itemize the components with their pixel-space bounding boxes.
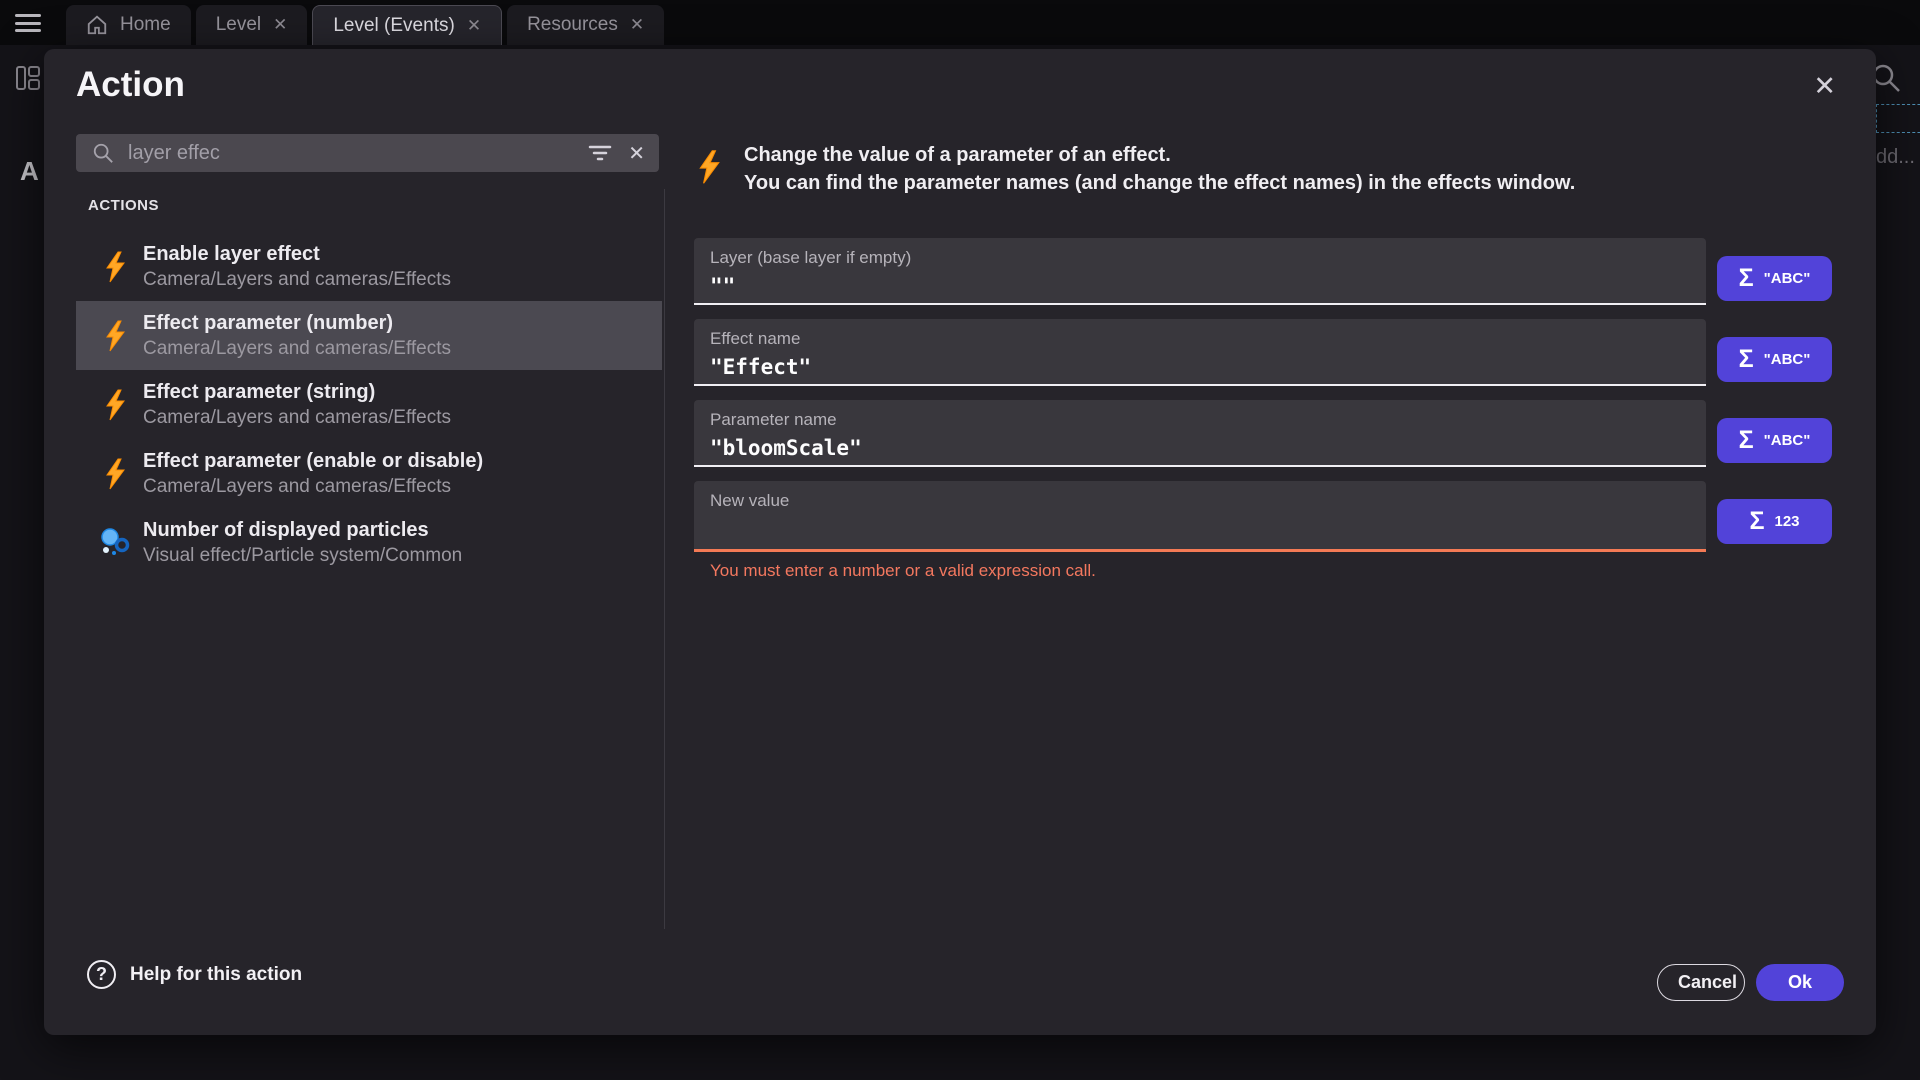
action-list-item[interactable]: Effect parameter (string) Camera/Layers … — [76, 370, 662, 439]
help-icon: ? — [87, 960, 116, 989]
panel-divider — [664, 189, 665, 929]
tab-close-icon[interactable]: ✕ — [467, 16, 481, 36]
particles-icon — [100, 528, 130, 558]
close-icon[interactable]: ✕ — [1813, 73, 1836, 100]
validation-error: You must enter a number or a valid expre… — [710, 561, 1096, 581]
action-title: Effect parameter (number) — [143, 310, 451, 336]
tab-close-icon[interactable]: ✕ — [273, 15, 287, 35]
tabs: Home Level ✕ Level (Events) ✕ Resources … — [66, 5, 664, 45]
action-description: Change the value of a parameter of an ef… — [696, 141, 1575, 197]
field-new-value[interactable]: New value — [694, 481, 1706, 552]
lightning-icon — [100, 389, 130, 421]
action-path: Camera/Layers and cameras/Effects — [143, 474, 483, 499]
field-label: Effect name — [710, 329, 1690, 349]
expression-editor-button[interactable]: Σ "ABC" — [1717, 418, 1832, 463]
project-manager-icon — [16, 66, 40, 90]
action-path: Camera/Layers and cameras/Effects — [143, 336, 451, 361]
expression-type-label: "ABC" — [1764, 432, 1811, 449]
tab-level-events[interactable]: Level (Events) ✕ — [312, 5, 502, 45]
selection-dashed-box — [1876, 104, 1920, 133]
action-list-item[interactable]: Number of displayed particles Visual eff… — [76, 508, 662, 577]
sigma-icon: Σ — [1739, 347, 1754, 372]
field-value: "" — [710, 274, 1690, 298]
help-label: Help for this action — [130, 964, 302, 986]
action-title: Effect parameter (enable or disable) — [143, 448, 483, 474]
tab-level[interactable]: Level ✕ — [196, 5, 308, 45]
background-partial-text: A — [20, 156, 39, 187]
expression-editor-button[interactable]: Σ "ABC" — [1717, 337, 1832, 382]
action-title: Effect parameter (string) — [143, 379, 451, 405]
filter-icon[interactable] — [588, 143, 612, 163]
field-label: Layer (base layer if empty) — [710, 248, 1690, 268]
description-line-1: Change the value of a parameter of an ef… — [744, 141, 1575, 169]
field-value: "bloomScale" — [710, 436, 1690, 460]
clear-search-icon[interactable]: ✕ — [628, 141, 645, 166]
cancel-button[interactable]: Cancel — [1657, 964, 1745, 1001]
home-icon — [86, 14, 108, 36]
tab-label: Home — [120, 14, 171, 36]
action-list-item[interactable]: Effect parameter (enable or disable) Cam… — [76, 439, 662, 508]
field-effect-name[interactable]: Effect name "Effect" — [694, 319, 1706, 386]
expression-type-label: "ABC" — [1764, 351, 1811, 368]
field-label: Parameter name — [710, 410, 1690, 430]
sigma-icon: Σ — [1749, 509, 1764, 534]
search-icon — [92, 142, 114, 164]
help-link[interactable]: ? Help for this action — [87, 960, 302, 989]
action-path: Visual effect/Particle system/Common — [143, 543, 462, 568]
action-path: Camera/Layers and cameras/Effects — [143, 267, 451, 292]
tab-label: Resources — [527, 14, 618, 36]
background-truncated-text: dd... — [1876, 146, 1915, 169]
action-dialog: Action ✕ ✕ ACTIONS Enable layer effect C… — [44, 49, 1876, 1035]
field-layer[interactable]: Layer (base layer if empty) "" — [694, 238, 1706, 305]
sigma-icon: Σ — [1739, 266, 1754, 291]
expression-type-label: 123 — [1774, 513, 1799, 530]
action-list-item[interactable]: Enable layer effect Camera/Layers and ca… — [76, 232, 662, 301]
description-line-2: You can find the parameter names (and ch… — [744, 169, 1575, 197]
section-header: ACTIONS — [88, 197, 159, 214]
search-input[interactable] — [128, 142, 588, 165]
action-list-item-selected[interactable]: Effect parameter (number) Camera/Layers … — [76, 301, 662, 370]
expression-editor-button[interactable]: Σ 123 — [1717, 499, 1832, 544]
ok-button[interactable]: Ok — [1756, 964, 1844, 1001]
menu-icon[interactable] — [15, 14, 41, 32]
expression-type-label: "ABC" — [1764, 270, 1811, 287]
tab-label: Level (Events) — [333, 15, 454, 37]
tab-label: Level — [216, 14, 261, 36]
lightning-icon — [100, 251, 130, 283]
field-value: "Effect" — [710, 355, 1690, 379]
field-label: New value — [710, 491, 1690, 511]
actions-list: Enable layer effect Camera/Layers and ca… — [76, 232, 662, 577]
tab-resources[interactable]: Resources ✕ — [507, 5, 664, 45]
tab-home[interactable]: Home — [66, 5, 191, 45]
expression-editor-button[interactable]: Σ "ABC" — [1717, 256, 1832, 301]
lightning-icon — [100, 458, 130, 490]
sigma-icon: Σ — [1739, 428, 1754, 453]
field-parameter-name[interactable]: Parameter name "bloomScale" — [694, 400, 1706, 467]
lightning-icon — [696, 147, 722, 197]
action-title: Enable layer effect — [143, 241, 451, 267]
lightning-icon — [100, 320, 130, 352]
tab-bar: Home Level ✕ Level (Events) ✕ Resources … — [0, 0, 1920, 45]
tab-close-icon[interactable]: ✕ — [630, 15, 644, 35]
action-path: Camera/Layers and cameras/Effects — [143, 405, 451, 430]
action-search-bar[interactable]: ✕ — [76, 134, 659, 172]
dialog-title: Action — [76, 65, 185, 105]
action-title: Number of displayed particles — [143, 517, 462, 543]
